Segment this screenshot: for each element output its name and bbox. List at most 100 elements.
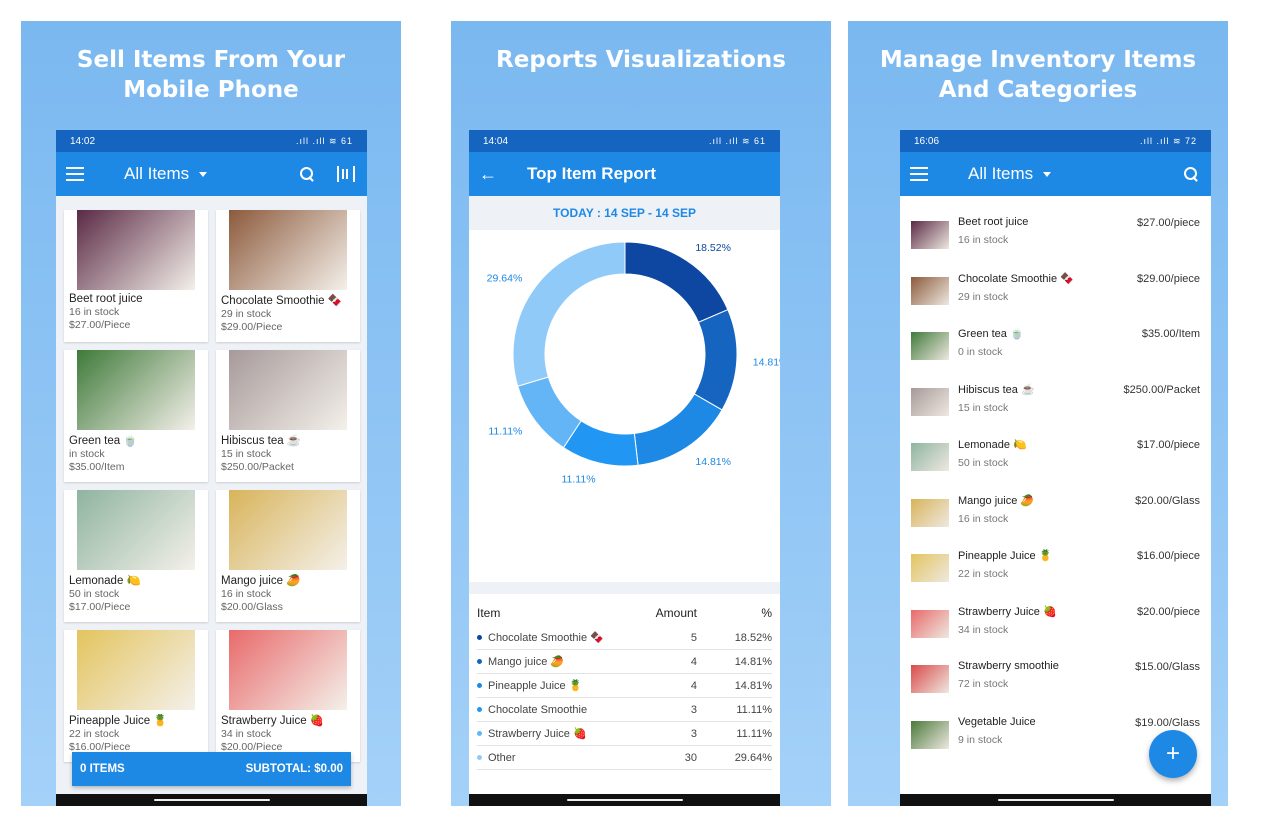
menu-icon[interactable] <box>910 167 928 181</box>
inventory-list: Beet root juice 16 in stock $27.00/piece Ch… <box>900 196 1211 806</box>
slice-label: 29.64% <box>487 273 523 285</box>
search-icon[interactable] <box>1183 166 1199 182</box>
row-item: Other <box>488 751 516 764</box>
item-price: $15.00/Glass <box>1135 661 1200 673</box>
add-item-button[interactable]: + <box>1149 730 1197 778</box>
app-bar: All Items <box>900 152 1211 196</box>
item-card[interactable]: Green tea 🍵 in stock $35.00/Item <box>64 350 208 482</box>
row-amount: 4 <box>690 679 697 692</box>
status-bar: 14:04 .ıll .ıll ≋ 61 <box>469 130 780 152</box>
item-name: Hibiscus tea ☕ <box>221 435 302 447</box>
item-stock: 34 in stock <box>958 623 1009 636</box>
row-item: Strawberry Juice 🍓 <box>488 728 587 740</box>
item-photo <box>911 609 949 638</box>
item-stock: 29 in stock <box>958 290 1009 303</box>
row-item: Mango juice 🥭 <box>488 656 565 668</box>
row-pct: 11.11% <box>736 703 772 716</box>
item-card[interactable]: Mango juice 🥭 16 in stock $20.00/Glass <box>216 490 360 622</box>
checkout-bar[interactable]: 0 ITEMS SUBTOTAL: $0.00 <box>72 752 351 786</box>
donut-slice <box>693 308 738 411</box>
item-price: $35.00/Item <box>1141 328 1200 340</box>
heading-line: Reports Visualizations <box>496 47 786 73</box>
item-price: $250.00/Packet <box>221 461 294 473</box>
item-stock: 15 in stock <box>221 448 272 460</box>
promo-panel-inventory: Manage Inventory Items And Categories 16… <box>848 21 1228 806</box>
item-name: Pineapple Juice 🍍 <box>69 715 168 727</box>
item-price: $27.00/Piece <box>69 319 131 331</box>
date-range[interactable]: TODAY : 14 SEP - 14 SEP <box>469 196 780 230</box>
item-photo <box>77 210 195 290</box>
row-amount: 5 <box>690 631 697 644</box>
row-pct: 18.52% <box>734 631 772 644</box>
list-item[interactable]: Mango juice 🥭 16 in stock $20.00/Glass <box>900 484 1211 540</box>
row-item: Chocolate Smoothie <box>488 703 588 716</box>
item-photo <box>911 276 949 305</box>
barcode-scan-icon[interactable] <box>337 166 355 182</box>
table-row: Pineapple Juice 🍍 4 14.81% <box>477 674 772 698</box>
item-card[interactable]: Hibiscus tea ☕ 15 in stock $250.00/Packet <box>216 350 360 482</box>
item-name: Pineapple Juice 🍍 <box>958 550 1053 562</box>
table-row: Strawberry Juice 🍓 3 11.11% <box>477 722 772 746</box>
back-arrow-icon[interactable]: ← <box>479 164 497 185</box>
appbar-title: All Items <box>124 164 190 183</box>
item-price: $17.00/piece <box>1137 439 1200 451</box>
item-stock: 16 in stock <box>69 306 120 318</box>
status-icons: .ıll .ıll ≋ 61 <box>708 135 766 146</box>
item-name: Strawberry smoothie <box>958 660 1059 672</box>
heading-line: And Categories <box>938 77 1138 103</box>
system-nav-bar <box>469 794 780 806</box>
item-name: Hibiscus tea ☕ <box>958 383 1035 396</box>
table-header: Item Amount % <box>477 600 772 626</box>
category-dropdown[interactable]: All Items <box>124 164 208 184</box>
item-card[interactable]: Lemonade 🍋 50 in stock $17.00/Piece <box>64 490 208 622</box>
slice-label: 18.52% <box>695 242 731 254</box>
heading-line: Sell Items From Your <box>76 47 346 73</box>
menu-icon[interactable] <box>66 167 84 181</box>
list-item[interactable]: Chocolate Smoothie 🍫 29 in stock $29.00/pi… <box>900 262 1211 318</box>
donut-slice <box>512 241 626 387</box>
item-card[interactable]: Pineapple Juice 🍍 22 in stock $16.00/Piece <box>64 630 208 762</box>
legend-dot <box>477 731 482 736</box>
row-pct: 29.64% <box>734 751 772 764</box>
list-item[interactable]: Hibiscus tea ☕ 15 in stock $250.00/Packet <box>900 373 1211 429</box>
category-dropdown[interactable]: All Items <box>968 164 1052 184</box>
appbar-title: All Items <box>968 164 1034 183</box>
list-item[interactable]: Beet root juice 16 in stock $27.00/piece <box>900 206 1211 262</box>
search-icon[interactable] <box>299 166 315 182</box>
app-bar: ← Top Item Report <box>469 152 780 196</box>
list-item[interactable]: Strawberry smoothie 72 in stock $15.00/Gla… <box>900 650 1211 706</box>
table-row: Other 30 29.64% <box>477 746 772 770</box>
item-stock: 16 in stock <box>221 588 272 600</box>
item-photo <box>229 630 347 710</box>
item-name: Green tea 🍵 <box>69 435 138 447</box>
item-name: Mango juice 🥭 <box>221 575 301 587</box>
status-time: 16:06 <box>914 135 940 147</box>
legend-dot <box>477 707 482 712</box>
panel-heading: Sell Items From Your Mobile Phone <box>21 45 401 105</box>
item-card[interactable]: Strawberry Juice 🍓 34 in stock $20.00/Piec… <box>216 630 360 762</box>
item-card[interactable]: Chocolate Smoothie 🍫 29 in stock $29.00/Pi… <box>216 210 360 342</box>
item-name: Beet root juice <box>69 293 143 305</box>
item-price: $16.00/piece <box>1137 550 1200 562</box>
list-item[interactable]: Green tea 🍵 0 in stock $35.00/Item <box>900 317 1211 373</box>
item-price: $17.00/Piece <box>69 601 131 613</box>
item-stock: 9 in stock <box>958 733 1003 746</box>
legend-dot <box>477 659 482 664</box>
list-item[interactable]: Lemonade 🍋 50 in stock $17.00/piece <box>900 428 1211 484</box>
list-item[interactable]: Pineapple Juice 🍍 22 in stock $16.00/piece <box>900 539 1211 595</box>
item-stock: 72 in stock <box>958 678 1009 690</box>
item-photo <box>229 350 347 430</box>
header-item: Item <box>477 606 501 620</box>
donut-slice <box>633 393 723 466</box>
item-photo <box>911 443 949 471</box>
item-stock: 29 in stock <box>221 308 272 320</box>
list-item[interactable]: Strawberry Juice 🍓 34 in stock $20.00/piec… <box>900 595 1211 651</box>
item-stock: 34 in stock <box>221 728 272 740</box>
item-price: $20.00/Glass <box>221 601 283 613</box>
item-photo <box>229 210 347 290</box>
item-price: $20.00/piece <box>1137 605 1200 618</box>
item-price: $35.00/Item <box>69 461 125 473</box>
item-stock: 50 in stock <box>69 588 120 600</box>
phone-screen: 14:02 .ıll .ıll ≋ 61 All Items Beet root… <box>56 130 367 806</box>
item-card[interactable]: Beet root juice 16 in stock $27.00/Piece <box>64 210 208 342</box>
